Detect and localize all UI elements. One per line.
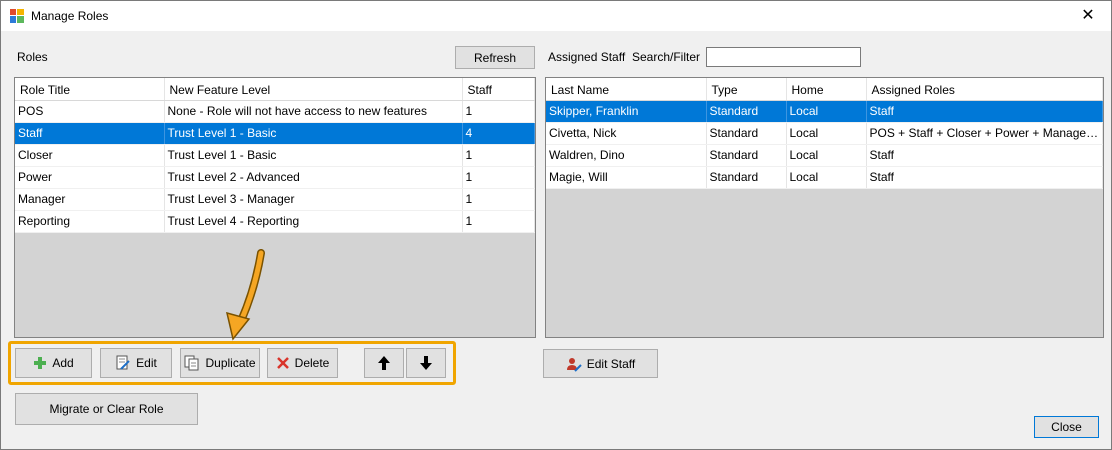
add-button-label: Add: [52, 356, 74, 370]
plus-icon: [34, 357, 47, 369]
roles-label: Roles: [17, 50, 48, 64]
window-close-icon[interactable]: ✕: [1065, 1, 1111, 31]
cell-role-title: Power: [15, 166, 165, 189]
cell-assigned-roles: Staff: [866, 144, 1103, 167]
cell-home: Local: [786, 144, 867, 167]
arrow-down-icon: [420, 356, 432, 370]
table-row[interactable]: Reporting Trust Level 4 - Reporting 1: [15, 210, 535, 233]
add-button[interactable]: Add: [15, 348, 92, 378]
cell-role-title: Staff: [15, 122, 165, 145]
cell-type: Standard: [706, 122, 787, 145]
table-row[interactable]: Staff Trust Level 1 - Basic 4: [15, 122, 535, 145]
assigned-staff-label: Assigned Staff: [548, 50, 626, 64]
app-icon: [10, 9, 24, 23]
table-row[interactable]: Civetta, Nick Standard Local POS + Staff…: [546, 122, 1103, 145]
cell-staff-count: 1: [462, 210, 535, 233]
cell-type: Standard: [706, 166, 787, 189]
annotation-arrow-icon: [225, 249, 265, 341]
migrate-clear-role-button[interactable]: Migrate or Clear Role: [15, 393, 198, 425]
column-header-type[interactable]: Type: [706, 78, 787, 101]
cell-staff-count: 1: [462, 166, 535, 189]
search-filter-input[interactable]: [706, 47, 861, 67]
edit-staff-button-label: Edit Staff: [586, 356, 636, 371]
delete-x-icon: [276, 357, 289, 369]
cell-home: Local: [786, 166, 867, 189]
duplicate-button-label: Duplicate: [205, 356, 256, 370]
cell-last-name: Magie, Will: [546, 166, 707, 189]
cell-type: Standard: [706, 144, 787, 167]
cell-staff-count: 1: [462, 188, 535, 211]
cell-feature-level: Trust Level 3 - Manager: [164, 188, 463, 211]
cell-feature-level: Trust Level 1 - Basic: [164, 144, 463, 167]
column-header-last-name[interactable]: Last Name: [546, 78, 707, 101]
cell-last-name: Skipper, Franklin: [546, 100, 707, 123]
cell-assigned-roles: Staff: [866, 166, 1103, 189]
search-filter-label: Search/Filter: [632, 50, 701, 64]
cell-home: Local: [786, 122, 867, 145]
edit-document-icon: [116, 355, 130, 370]
cell-assigned-roles: POS + Staff + Closer + Power + Manager +…: [866, 122, 1103, 145]
roles-grid: Role Title New Feature Level Staff POS N…: [14, 77, 536, 338]
staff-grid: Last Name Type Home Assigned Roles Skipp…: [545, 77, 1104, 338]
delete-button-label: Delete: [294, 356, 330, 370]
roles-header-row: Role Title New Feature Level Staff: [15, 78, 535, 101]
cell-last-name: Waldren, Dino: [546, 144, 707, 167]
cell-feature-level: Trust Level 4 - Reporting: [164, 210, 463, 233]
table-row[interactable]: Waldren, Dino Standard Local Staff: [546, 144, 1103, 167]
table-row[interactable]: Magie, Will Standard Local Staff: [546, 166, 1103, 189]
delete-button[interactable]: Delete: [267, 348, 338, 378]
cell-role-title: Manager: [15, 188, 165, 211]
cell-assigned-roles: Staff: [866, 100, 1103, 123]
edit-staff-button[interactable]: Edit Staff: [543, 349, 658, 378]
cell-staff-count: 4: [462, 122, 535, 145]
move-down-button[interactable]: [406, 348, 446, 378]
cell-type: Standard: [706, 100, 787, 123]
table-row[interactable]: Manager Trust Level 3 - Manager 1: [15, 188, 535, 211]
cell-role-title: Closer: [15, 144, 165, 167]
column-header-home[interactable]: Home: [786, 78, 867, 101]
manage-roles-window: Manage Roles ✕ Roles Refresh Role Title …: [0, 0, 1112, 450]
arrow-up-icon: [378, 356, 390, 370]
column-header-role-title[interactable]: Role Title: [15, 78, 165, 101]
table-row[interactable]: POS None - Role will not have access to …: [15, 100, 535, 123]
edit-button[interactable]: Edit: [100, 348, 172, 378]
edit-button-label: Edit: [136, 356, 157, 370]
cell-feature-level: Trust Level 2 - Advanced: [164, 166, 463, 189]
table-row[interactable]: Skipper, Franklin Standard Local Staff: [546, 100, 1103, 123]
column-header-staff[interactable]: Staff: [462, 78, 535, 101]
cell-staff-count: 1: [462, 100, 535, 123]
cell-staff-count: 1: [462, 144, 535, 167]
cell-home: Local: [786, 100, 867, 123]
table-row[interactable]: Closer Trust Level 1 - Basic 1: [15, 144, 535, 167]
user-edit-icon: [566, 357, 582, 372]
duplicate-button[interactable]: Duplicate: [180, 348, 260, 378]
window-title: Manage Roles: [31, 9, 109, 23]
column-header-feature-level[interactable]: New Feature Level: [164, 78, 463, 101]
table-row[interactable]: Power Trust Level 2 - Advanced 1: [15, 166, 535, 189]
staff-header-row: Last Name Type Home Assigned Roles: [546, 78, 1103, 101]
move-up-button[interactable]: [364, 348, 404, 378]
column-header-assigned-roles[interactable]: Assigned Roles: [866, 78, 1103, 101]
close-button[interactable]: Close: [1034, 416, 1099, 438]
refresh-button[interactable]: Refresh: [455, 46, 535, 69]
cell-last-name: Civetta, Nick: [546, 122, 707, 145]
cell-role-title: POS: [15, 100, 165, 123]
cell-feature-level: Trust Level 1 - Basic: [164, 122, 463, 145]
cell-feature-level: None - Role will not have access to new …: [164, 100, 463, 123]
copy-icon: [184, 355, 199, 371]
cell-role-title: Reporting: [15, 210, 165, 233]
title-bar: Manage Roles ✕: [1, 1, 1111, 31]
